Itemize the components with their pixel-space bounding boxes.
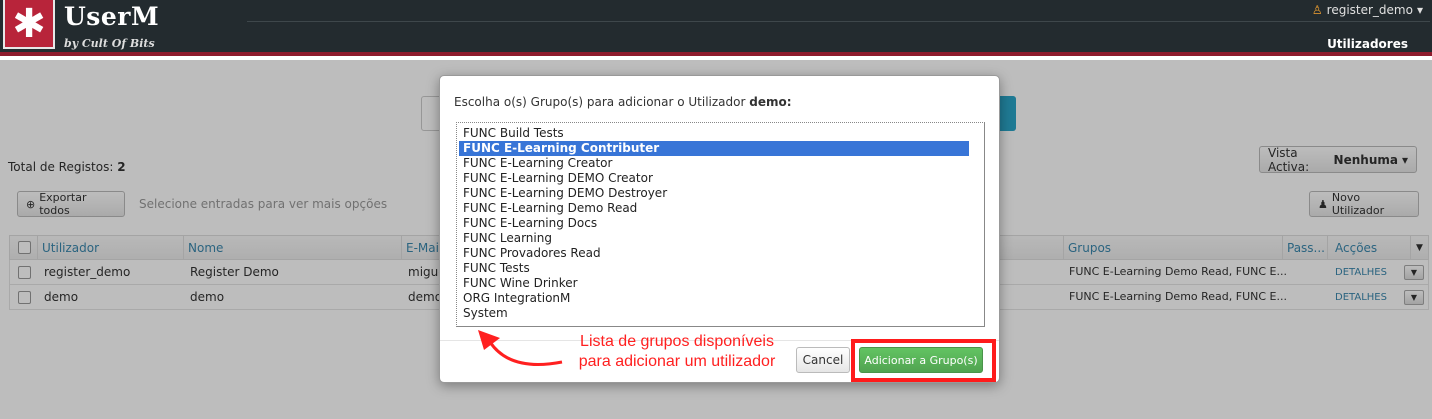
dialog-title-user: demo: bbox=[749, 95, 792, 109]
group-option[interactable]: FUNC Tests bbox=[459, 261, 969, 276]
group-option[interactable]: FUNC E-Learning Contributer bbox=[459, 141, 969, 156]
header-divider bbox=[247, 21, 1430, 22]
group-option[interactable]: FUNC Learning bbox=[459, 231, 969, 246]
annotation-line-2: para adicionar um utilizador bbox=[578, 353, 776, 370]
cancel-button[interactable]: Cancel bbox=[796, 347, 850, 373]
annotation-arrow-icon bbox=[478, 330, 563, 366]
dialog-title: Escolha o(s) Grupo(s) para adicionar o U… bbox=[454, 95, 792, 109]
group-listbox[interactable]: FUNC Build Tests FUNC E-Learning Contribu… bbox=[456, 122, 985, 327]
group-option[interactable]: FUNC E-Learning Demo Read bbox=[459, 201, 969, 216]
asterisk-logo-icon: ✱ bbox=[12, 0, 46, 47]
group-option[interactable]: FUNC E-Learning DEMO Creator bbox=[459, 171, 969, 186]
annotation-text: Lista de grupos disponíveis para adicion… bbox=[562, 332, 792, 372]
user-icon: ♙ bbox=[1311, 3, 1323, 17]
group-option[interactable]: FUNC Build Tests bbox=[459, 126, 969, 141]
caret-down-icon: ▾ bbox=[1416, 3, 1423, 17]
dialog-title-text: Escolha o(s) Grupo(s) para adicionar o U… bbox=[454, 95, 746, 109]
app-header: ✱ UserM by Cult Of Bits ♙ register_demo … bbox=[0, 0, 1432, 56]
nav-utilizadores[interactable]: Utilizadores bbox=[1327, 37, 1408, 51]
group-option[interactable]: FUNC Provadores Read bbox=[459, 246, 969, 261]
user-menu-label: register_demo bbox=[1326, 3, 1413, 17]
group-option[interactable]: FUNC E-Learning DEMO Destroyer bbox=[459, 186, 969, 201]
app-logo[interactable]: ✱ bbox=[3, 0, 55, 49]
user-menu[interactable]: ♙ register_demo ▾ bbox=[1312, 3, 1423, 17]
app-title: UserM bbox=[64, 2, 160, 31]
group-option[interactable]: FUNC E-Learning Docs bbox=[459, 216, 969, 231]
group-option[interactable]: FUNC E-Learning Creator bbox=[459, 156, 969, 171]
annotation-highlight-box bbox=[851, 339, 996, 382]
group-option[interactable]: ORG IntegrationM bbox=[459, 291, 969, 306]
group-option[interactable]: System bbox=[459, 306, 969, 321]
app-subtitle: by Cult Of Bits bbox=[64, 37, 155, 50]
annotation-line-1: Lista de grupos disponíveis bbox=[580, 333, 774, 350]
group-option[interactable]: FUNC Wine Drinker bbox=[459, 276, 969, 291]
